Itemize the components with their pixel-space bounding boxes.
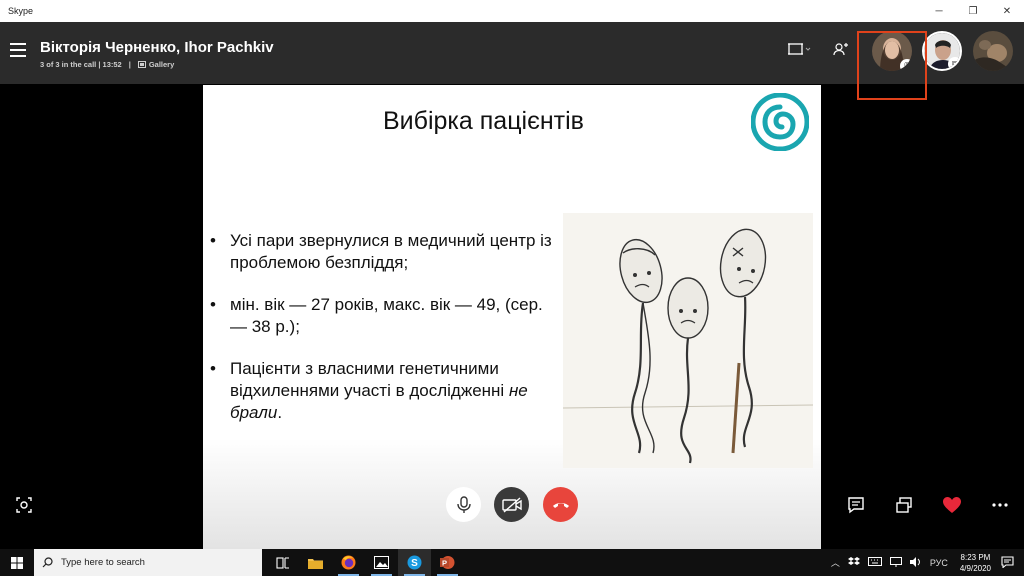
microphone-icon [456, 495, 471, 513]
svg-text:S: S [411, 558, 418, 569]
menu-icon[interactable] [10, 43, 26, 57]
shared-screen-slide: Вибірка пацієнтів Усі пари звернулися в … [203, 85, 821, 549]
slide-title: Вибірка пацієнтів [383, 107, 584, 135]
task-view-icon [275, 556, 289, 569]
call-status-text: 3 of 3 in the call | 13:52 [40, 60, 122, 69]
bullet-text: Пацієнти з власними генетичними відхилен… [230, 359, 509, 400]
gallery-view-button[interactable]: Gallery [137, 60, 175, 69]
layout-button[interactable] [788, 42, 812, 56]
gallery-label: Gallery [148, 60, 175, 69]
more-options-button[interactable] [988, 493, 1012, 517]
skype-window: Skype ─ ❐ ✕ Вікторія Черненко, Ihor Pach… [0, 0, 1024, 576]
more-icon [992, 503, 1008, 507]
taskbar-powerpoint[interactable]: P [431, 549, 464, 576]
keyboard-icon[interactable] [867, 557, 882, 568]
close-button[interactable]: ✕ [990, 0, 1024, 22]
end-call-button[interactable] [543, 487, 578, 522]
chat-icon [848, 497, 864, 514]
sad-sperm-cartoon-illustration [563, 213, 813, 468]
add-person-icon [833, 43, 848, 56]
search-icon [42, 557, 53, 568]
dropbox-icon[interactable] [847, 556, 860, 569]
avatar-photo [973, 31, 1013, 71]
status-separator: | [128, 60, 131, 69]
active-speaker-highlight [857, 31, 927, 100]
window-app-name: Skype [8, 6, 34, 16]
mute-button[interactable] [446, 487, 481, 522]
bullet-text: мін. вік — 27 років, макс. вік — 49, (се… [230, 295, 543, 336]
clinic-logo-icon [751, 93, 809, 151]
restore-button[interactable]: ❐ [956, 0, 990, 22]
gallery-icon [137, 61, 146, 68]
system-tray: ︿ РУС 8:23 PM 4/9/2020 [827, 549, 1024, 576]
bullet-item: Пацієнти з власними генетичними відхилен… [208, 358, 563, 424]
share-screen-button[interactable] [892, 493, 916, 517]
camera-snapshot-icon [16, 497, 32, 513]
skype-icon: S [407, 555, 422, 570]
end-call-icon [552, 502, 569, 508]
layout-icon [788, 43, 811, 55]
windows-logo-icon [11, 556, 23, 569]
taskbar-photos[interactable] [365, 549, 398, 576]
video-off-icon [501, 496, 522, 513]
powerpoint-icon: P [440, 556, 455, 569]
bullet-list: Усі пари звернулися в медичний центр із … [208, 230, 563, 444]
svg-text:P: P [442, 559, 447, 568]
taskbar-firefox[interactable] [332, 549, 365, 576]
participant-avatar-2[interactable]: ⧉ [922, 31, 962, 71]
photos-icon [374, 556, 389, 569]
taskbar-skype[interactable]: S [398, 549, 431, 576]
bullet-end: . [277, 403, 283, 422]
bullet-item: Усі пари звернулися в медичний центр із … [208, 230, 563, 274]
window-titlebar: Skype ─ ❐ ✕ [0, 0, 1024, 22]
task-view-button[interactable] [266, 549, 299, 576]
participant-avatar-3[interactable] [973, 31, 1013, 71]
firefox-icon [341, 555, 356, 570]
reactions-button[interactable] [940, 493, 964, 517]
call-status: 3 of 3 in the call | 13:52 | Gallery [40, 60, 174, 69]
notifications-icon[interactable] [1001, 555, 1014, 570]
minimize-button[interactable]: ─ [922, 0, 956, 22]
share-screen-icon [896, 497, 912, 513]
screen-share-icon: ⧉ [948, 57, 960, 69]
bullet-item: мін. вік — 27 років, макс. вік — 49, (се… [208, 294, 563, 338]
network-icon[interactable] [889, 556, 902, 569]
volume-icon[interactable] [909, 556, 922, 569]
taskbar-search-box[interactable]: Type here to search [34, 549, 262, 576]
clock-time: 8:23 PM [960, 552, 991, 562]
bullet-text: Усі пари звернулися в медичний центр із … [230, 231, 552, 272]
snapshot-button[interactable] [12, 493, 36, 517]
chat-button[interactable] [844, 493, 868, 517]
taskbar-clock[interactable]: 8:23 PM 4/9/2020 [960, 552, 991, 574]
start-button[interactable] [0, 549, 34, 576]
search-placeholder: Type here to search [61, 557, 145, 568]
video-toggle-button[interactable] [494, 487, 529, 522]
add-participant-button[interactable] [833, 42, 849, 56]
file-explorer-icon [308, 558, 323, 569]
call-title: Вікторія Черненко, Ihor Pachkiv [40, 39, 274, 56]
taskbar-file-explorer[interactable] [299, 549, 332, 576]
minimize-icon: ─ [935, 5, 943, 17]
clock-date: 4/9/2020 [959, 563, 991, 573]
restore-icon: ❐ [968, 5, 978, 17]
close-icon: ✕ [1002, 5, 1012, 17]
heart-icon [943, 497, 961, 513]
windows-taskbar: Type here to search S P ︿ РУС 8:23 PM 4/… [0, 549, 1024, 576]
language-indicator[interactable]: РУС [930, 558, 948, 568]
chevron-up-icon[interactable]: ︿ [831, 556, 840, 569]
